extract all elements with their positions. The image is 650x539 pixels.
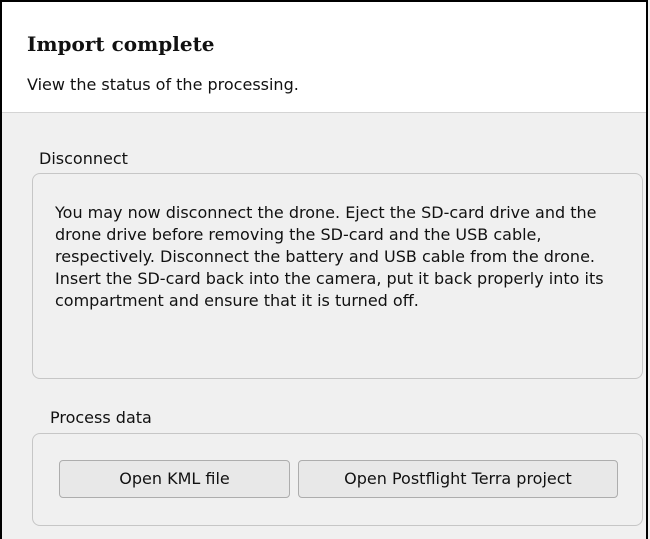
process-data-group: Open KML file Open Postflight Terra proj… [32,433,643,526]
open-postflight-terra-project-button[interactable]: Open Postflight Terra project [298,460,618,498]
disconnect-group: You may now disconnect the drone. Eject … [32,173,643,379]
page-subtitle: View the status of the processing. [27,75,299,94]
page-header: Import complete View the status of the p… [2,2,646,113]
open-kml-file-button[interactable]: Open KML file [59,460,290,498]
import-wizard-page: Import complete View the status of the p… [0,0,648,539]
disconnect-group-title: Disconnect [39,149,128,168]
disconnect-instructions: You may now disconnect the drone. Eject … [55,203,604,310]
process-data-group-title: Process data [50,408,152,427]
page-title: Import complete [27,32,215,56]
